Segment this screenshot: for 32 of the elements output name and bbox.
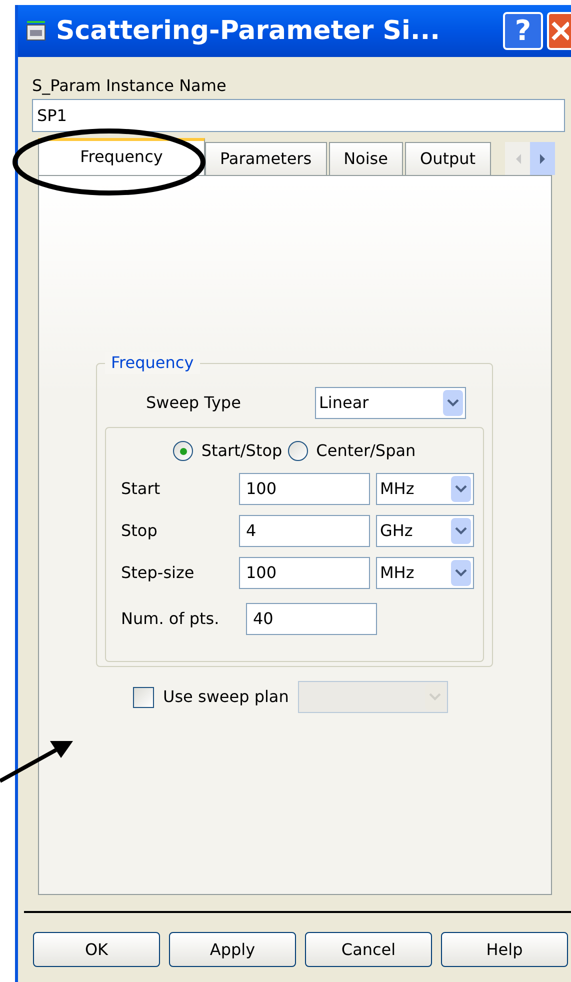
parameter-label: Stop (121, 520, 158, 542)
instance-name-label: S_Param Instance Name (32, 76, 228, 96)
parameter-label: Start (121, 478, 162, 500)
value-field[interactable]: 100 (239, 557, 370, 589)
window-title: Scattering-Parameter Si... (56, 14, 440, 48)
dropdown[interactable]: MHz (376, 473, 474, 505)
value-field[interactable]: 4 (239, 515, 370, 547)
dropdown[interactable]: MHz (376, 557, 474, 589)
dialog-button[interactable]: OK (33, 932, 160, 967)
dialog-button[interactable]: Apply (169, 932, 296, 967)
radio-option[interactable]: Start/Stop (173, 439, 282, 463)
close-icon (551, 20, 569, 42)
radio-option[interactable]: Center/Span (288, 439, 416, 463)
sweep-type-label: Sweep Type (146, 392, 241, 414)
close-button[interactable] (547, 12, 571, 50)
parameter-label: Step-size (121, 562, 196, 584)
dropdown[interactable]: GHz (376, 515, 474, 547)
tab[interactable]: Parameters (205, 142, 327, 175)
instance-name-field[interactable]: SP1 (32, 99, 565, 132)
points-label: Num. of pts. (121, 608, 220, 630)
app-icon (24, 19, 48, 43)
tab[interactable]: Output (404, 142, 491, 175)
points-field[interactable]: 40 (246, 603, 377, 635)
sweep-plan-checkbox[interactable]: Use sweep plan (133, 685, 289, 709)
dialog-button[interactable]: Cancel (305, 932, 432, 967)
value-field[interactable]: 100 (239, 473, 370, 505)
tab[interactable]: Noise (328, 142, 403, 175)
scroll-right-icon[interactable] (530, 142, 555, 175)
dropdown[interactable]: Linear (315, 387, 466, 419)
tab[interactable]: Frequency (38, 138, 205, 175)
dialog-button[interactable]: Help (441, 932, 568, 967)
help-button[interactable]: ? (503, 12, 543, 50)
